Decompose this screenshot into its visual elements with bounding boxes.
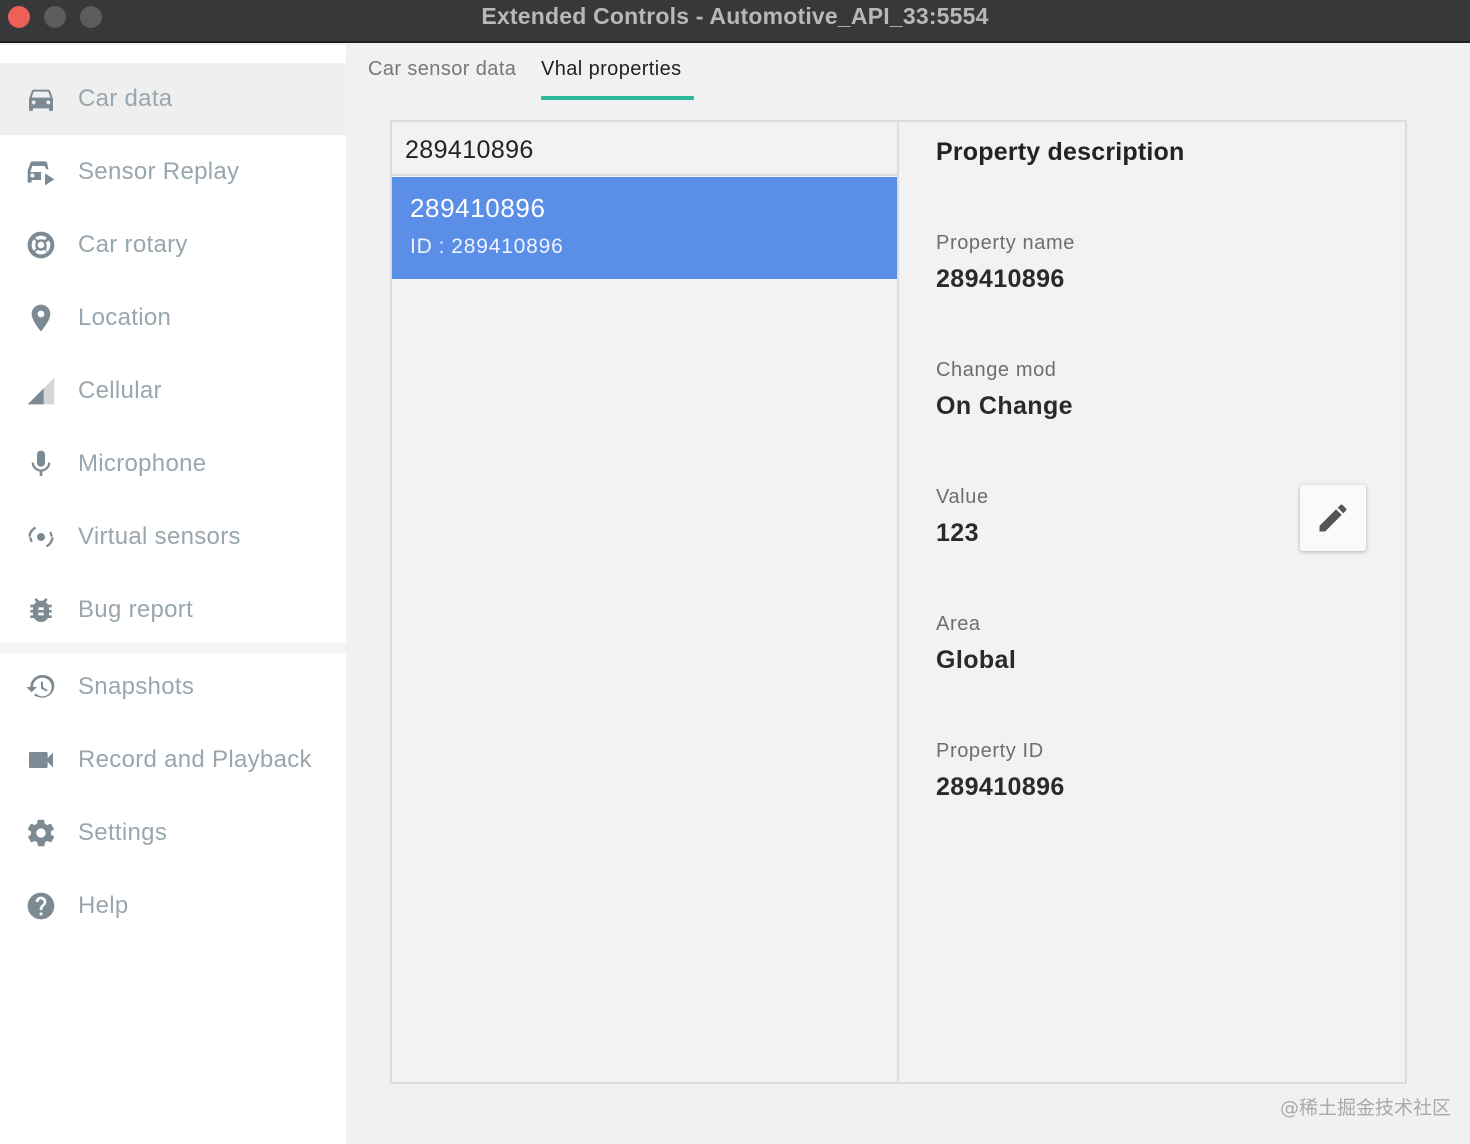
sidebar: Car data Sensor Replay Car rotary Locati…	[0, 45, 346, 1144]
sidebar-item-label: Car rotary	[78, 231, 188, 258]
area-label: Area	[936, 613, 981, 635]
sidebar-item-snapshots[interactable]: Snapshots	[0, 651, 346, 723]
property-list-item-title: 289410896	[410, 193, 546, 223]
sidebar-item-label: Location	[78, 304, 172, 331]
pencil-icon	[1319, 504, 1347, 532]
bug-icon	[24, 593, 58, 627]
edit-value-button[interactable]	[1300, 485, 1366, 551]
property-list-item[interactable]: 289410896 ID:289410896	[392, 177, 897, 279]
gear-icon	[24, 816, 58, 850]
active-tab-indicator	[541, 96, 694, 100]
sidebar-item-label: Microphone	[78, 450, 207, 477]
vhal-properties-panel: 289410896 289410896 ID:289410896 Propert…	[390, 120, 1407, 1084]
property-list-header: 289410896	[392, 122, 897, 176]
area-value: Global	[936, 646, 1017, 674]
sidebar-item-sensor-replay[interactable]: Sensor Replay	[0, 136, 346, 208]
id-separator: :	[438, 235, 446, 258]
sidebar-item-label: Bug report	[78, 596, 194, 623]
property-id-value: 289410896	[936, 773, 1065, 801]
tab-vhal-properties[interactable]: Vhal properties	[541, 58, 682, 81]
rotary-icon	[24, 228, 58, 262]
videocam-icon	[24, 743, 58, 777]
property-list: 289410896 289410896 ID:289410896	[392, 122, 899, 1082]
sidebar-item-label: Record and Playback	[78, 746, 312, 773]
value-label: Value	[936, 486, 989, 508]
value-value: 123	[936, 519, 979, 547]
property-name-label: Property name	[936, 232, 1075, 254]
property-description-title: Property description	[936, 138, 1185, 166]
property-id-label: Property ID	[936, 740, 1044, 762]
sidebar-item-label: Car data	[78, 85, 173, 112]
property-list-item-id: ID:289410896	[410, 235, 564, 259]
sidebar-item-settings[interactable]: Settings	[0, 797, 346, 869]
sidebar-item-label: Snapshots	[78, 673, 195, 700]
help-icon	[24, 889, 58, 923]
car-icon	[24, 82, 58, 116]
location-pin-icon	[24, 301, 58, 335]
property-description: Property description Property name 28941…	[901, 122, 1407, 1082]
sidebar-item-record-and-playback[interactable]: Record and Playback	[0, 724, 346, 796]
sidebar-item-virtual-sensors[interactable]: Virtual sensors	[0, 501, 346, 573]
watermark: @稀土掘金技术社区	[1280, 1097, 1452, 1119]
sidebar-item-label: Cellular	[78, 377, 162, 404]
window-title: Extended Controls - Automotive_API_33:55…	[481, 3, 989, 29]
id-label: ID	[410, 235, 433, 258]
change-mode-label: Change mod	[936, 359, 1057, 381]
sidebar-item-location[interactable]: Location	[0, 282, 346, 354]
change-mode-value: On Change	[936, 392, 1073, 420]
sidebar-item-help[interactable]: Help	[0, 870, 346, 942]
cellular-signal-icon	[24, 374, 58, 408]
sidebar-item-label: Sensor Replay	[78, 158, 240, 185]
property-name-value: 289410896	[936, 265, 1065, 293]
sidebar-item-car-rotary[interactable]: Car rotary	[0, 209, 346, 281]
history-icon	[24, 670, 58, 704]
sidebar-item-microphone[interactable]: Microphone	[0, 428, 346, 500]
tab-car-sensor-data[interactable]: Car sensor data	[368, 58, 516, 81]
sidebar-item-cellular[interactable]: Cellular	[0, 355, 346, 427]
sidebar-item-bug-report[interactable]: Bug report	[0, 574, 346, 646]
sidebar-item-label: Settings	[78, 819, 168, 846]
sidebar-item-label: Help	[78, 892, 129, 919]
virtual-sensors-icon	[24, 520, 58, 554]
sidebar-item-label: Virtual sensors	[78, 523, 241, 550]
sidebar-item-car-data[interactable]: Car data	[0, 63, 346, 135]
title-bar: Extended Controls - Automotive_API_33:55…	[0, 0, 1470, 43]
microphone-icon	[24, 447, 58, 481]
sensor-replay-icon	[24, 155, 58, 189]
id-value: 289410896	[451, 235, 564, 258]
